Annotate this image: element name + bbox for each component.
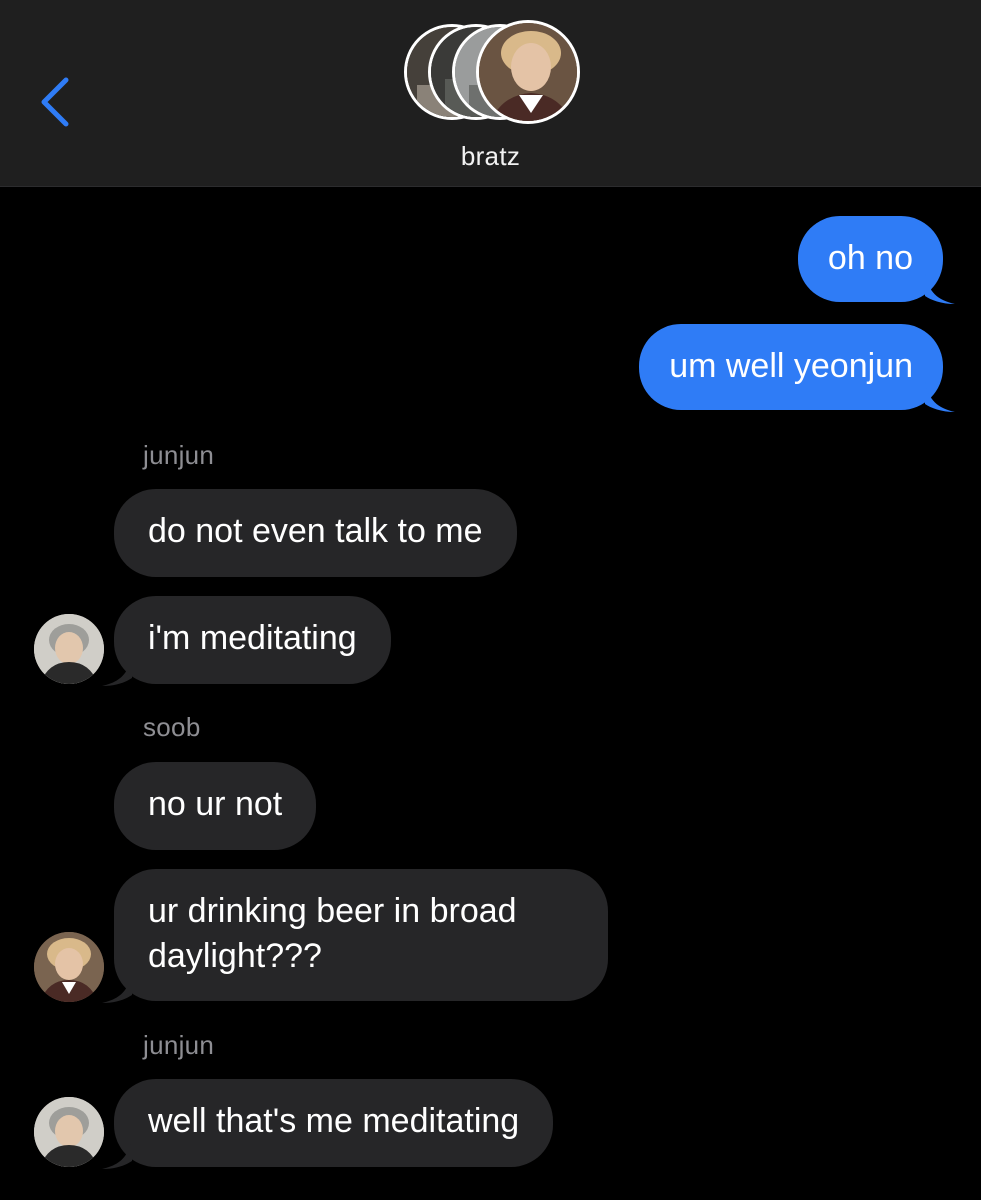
- sent-message-bubble[interactable]: oh no: [797, 216, 955, 304]
- sent-message-bubble[interactable]: um well yeonjun: [639, 324, 955, 412]
- sender-name-label: soob: [143, 712, 201, 742]
- group-avatar-stack[interactable]: [404, 20, 580, 124]
- bubble-tail: [925, 274, 955, 304]
- group-member-avatar: [476, 20, 580, 124]
- received-message-bubble[interactable]: no ur not: [114, 762, 317, 850]
- message-text: i'm meditating: [148, 619, 357, 657]
- sender-avatar[interactable]: [34, 932, 104, 1002]
- bubble-tail: [102, 1139, 132, 1169]
- sender-name-label: junjun: [143, 440, 215, 470]
- chevron-left-icon: [41, 77, 69, 127]
- received-message-bubble[interactable]: i'm meditating: [102, 596, 391, 686]
- received-message-bubble[interactable]: well that's me meditating: [102, 1079, 554, 1169]
- bubble-tail: [102, 973, 132, 1003]
- sender-avatar[interactable]: [34, 1097, 104, 1167]
- message-text-line: ur drinking beer in broad: [148, 892, 517, 930]
- message-text-line: daylight???: [148, 937, 322, 975]
- conversation-header: bratz: [0, 0, 981, 187]
- message-text: no ur not: [148, 785, 283, 823]
- message-text: well that's me meditating: [148, 1102, 520, 1140]
- bubble-tail: [925, 382, 955, 412]
- received-message-bubble[interactable]: do not even talk to me: [114, 489, 517, 577]
- message-text: do not even talk to me: [148, 512, 483, 550]
- received-message-bubble[interactable]: ur drinking beer in broad daylight???: [102, 869, 608, 1003]
- message-text: um well yeonjun: [669, 347, 913, 385]
- sender-avatar[interactable]: [34, 614, 104, 684]
- sender-name-label: junjun: [143, 1030, 215, 1060]
- back-button[interactable]: [34, 74, 78, 130]
- message-text: oh no: [827, 239, 913, 277]
- group-name[interactable]: bratz: [0, 141, 981, 172]
- bubble-tail: [102, 656, 132, 686]
